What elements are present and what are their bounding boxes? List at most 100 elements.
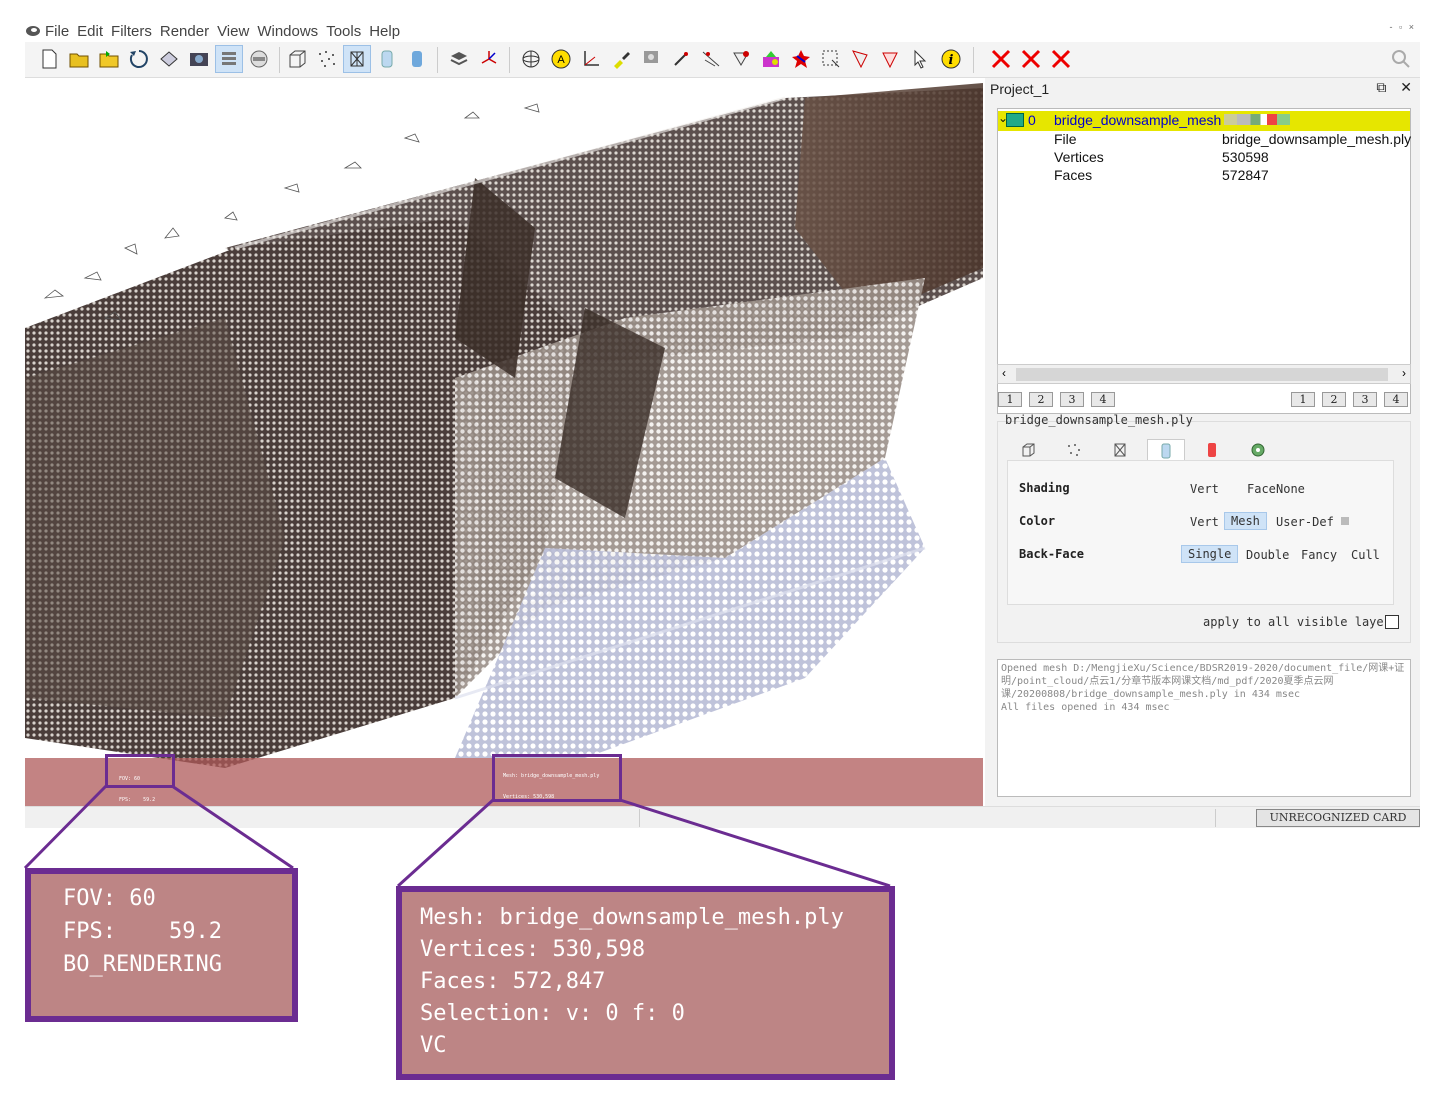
zoom-mesh: Mesh: bridge_downsample_mesh.ply [420, 905, 844, 930]
zoom-vertices: Vertices: 530,598 [420, 937, 646, 962]
paint-icon[interactable] [607, 45, 635, 73]
points-icon[interactable] [313, 45, 341, 73]
backface-fancy[interactable]: Fancy [1295, 547, 1343, 563]
color-label: Color [1019, 514, 1056, 528]
zoom-vc: VC [420, 1033, 447, 1058]
zoom-fps: FPS: 59.2 [63, 919, 222, 944]
view-slot-right-1[interactable]: 1 [1291, 392, 1315, 407]
backface-single[interactable]: Single [1181, 545, 1239, 563]
app-logo-icon [25, 24, 41, 38]
info-key-file: File [1054, 131, 1077, 147]
layers-icon[interactable] [215, 45, 243, 73]
open-project-icon[interactable] [95, 45, 123, 73]
menu-file[interactable]: File [45, 23, 69, 40]
zoom-selection: Selection: v: 0 f: 0 [420, 1001, 685, 1026]
open-icon[interactable] [65, 45, 93, 73]
color-icon[interactable] [757, 45, 785, 73]
user-color-swatch[interactable] [1341, 517, 1349, 525]
select-face-icon[interactable] [727, 45, 755, 73]
backface-cull[interactable]: Cull [1345, 547, 1386, 563]
menu-help[interactable]: Help [369, 23, 400, 40]
search-icon[interactable] [1387, 45, 1415, 73]
pick-icon[interactable] [667, 45, 695, 73]
snapshot-icon[interactable] [185, 45, 213, 73]
select-pointer-icon[interactable] [907, 45, 935, 73]
view-slot-left-2[interactable]: 2 [1029, 392, 1053, 407]
measure-icon[interactable] [577, 45, 605, 73]
render-mode-icons [1224, 114, 1290, 125]
edit-icon[interactable] [847, 45, 875, 73]
view-slot-left-1[interactable]: 1 [998, 392, 1022, 407]
view-slot-right-3[interactable]: 3 [1353, 392, 1377, 407]
hud-left-highlight [105, 754, 175, 788]
tab-settings-icon[interactable] [1239, 439, 1277, 461]
scroll-thumb[interactable] [1016, 368, 1388, 381]
tab-wireframe-icon[interactable] [1101, 439, 1139, 461]
view-slot-left-3[interactable]: 3 [1060, 392, 1084, 407]
apply-all-checkbox[interactable] [1385, 615, 1399, 629]
flat-icon[interactable] [373, 45, 401, 73]
tab-texture-icon[interactable] [1193, 439, 1231, 461]
scroll-left-icon[interactable]: ‹ [1002, 366, 1006, 380]
shading-label: Shading [1019, 481, 1070, 495]
info-value-vertices: 530598 [1222, 149, 1269, 165]
backface-double[interactable]: Double [1240, 547, 1295, 563]
bbox-icon[interactable] [283, 45, 311, 73]
wireframe-icon[interactable] [343, 45, 371, 73]
shading-vert[interactable]: Vert [1184, 481, 1225, 497]
menu-bar: File Edit Filters Render View Windows To… [25, 20, 1420, 42]
hud-fps: FPS: 59.2 [119, 797, 156, 803]
delete-all-icon[interactable] [1047, 45, 1075, 73]
gpu-card-status: UNRECOGNIZED CARD [1256, 809, 1420, 827]
menu-tools[interactable]: Tools [326, 23, 361, 40]
color-userdef[interactable]: User-Def [1270, 514, 1340, 530]
select-rect-icon[interactable] [817, 45, 845, 73]
window-controls[interactable]: - ▫ × [1390, 22, 1416, 32]
view-slot-right-4[interactable]: 4 [1384, 392, 1408, 407]
color-vert[interactable]: Vert [1184, 514, 1225, 530]
zoom-callout-left: FOV: 60 FPS: 59.2 BO_RENDERING [25, 868, 298, 1022]
save-icon[interactable] [155, 45, 183, 73]
svg-text:i: i [949, 53, 954, 68]
layer-index: 0 [1028, 112, 1036, 128]
tab-points-icon[interactable] [1055, 439, 1093, 461]
menu-filters[interactable]: Filters [111, 23, 152, 40]
shading-none[interactable]: None [1270, 481, 1311, 497]
menu-view[interactable]: View [217, 23, 249, 40]
edit2-icon[interactable] [877, 45, 905, 73]
tree-hscrollbar[interactable]: ‹ › [997, 364, 1411, 384]
raster-align-icon[interactable] [637, 45, 665, 73]
view-slot-left-4[interactable]: 4 [1091, 392, 1115, 407]
props-layer-file: bridge_downsample_mesh.ply [1005, 413, 1193, 427]
smooth-icon[interactable] [403, 45, 431, 73]
render-props: Shading Vert Face None Color Vert Mesh U… [1007, 460, 1394, 605]
reload-icon[interactable] [125, 45, 153, 73]
tab-flat-icon[interactable] [1147, 439, 1185, 461]
eye-icon[interactable] [1006, 113, 1024, 127]
zoom-render-mode: BO_RENDERING [63, 952, 222, 977]
info-icon[interactable]: i [937, 45, 965, 73]
delete-face-icon[interactable] [987, 45, 1015, 73]
new-icon[interactable] [35, 45, 63, 73]
layer-name[interactable]: bridge_downsample_mesh [1054, 112, 1221, 128]
close-icon[interactable]: ✕ [1400, 79, 1412, 95]
view-slot-right-2[interactable]: 2 [1322, 392, 1346, 407]
delete-vertex-icon[interactable] [1017, 45, 1045, 73]
select-vertex-icon[interactable] [697, 45, 725, 73]
georef-icon[interactable] [787, 45, 815, 73]
render-viewport[interactable]: FOV: 60 FPS: 59.2 BO_RENDERING Mesh: bri… [25, 78, 983, 806]
annotation-icon[interactable]: A [547, 45, 575, 73]
menu-windows[interactable]: Windows [257, 23, 318, 40]
texture-icon[interactable] [445, 45, 473, 73]
menu-render[interactable]: Render [160, 23, 209, 40]
tab-bbox-icon[interactable] [1009, 439, 1047, 461]
log-line: All files opened in 434 msec [1001, 702, 1170, 713]
axis-icon[interactable] [475, 45, 503, 73]
color-mesh[interactable]: Mesh [1224, 512, 1267, 530]
sphere-icon[interactable] [517, 45, 545, 73]
raster-icon[interactable] [245, 45, 273, 73]
log-line: Opened mesh D:/MengjieXu/Science/BDSR201… [1001, 663, 1405, 700]
scroll-right-icon[interactable]: › [1402, 366, 1406, 380]
float-icon[interactable]: ⧉ [1376, 79, 1386, 95]
menu-edit[interactable]: Edit [77, 23, 103, 40]
